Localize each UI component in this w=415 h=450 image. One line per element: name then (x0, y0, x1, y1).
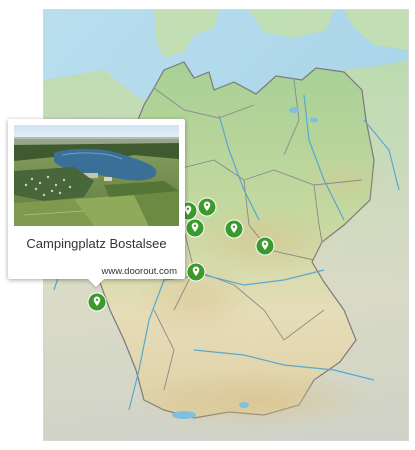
location-pin-icon (186, 262, 206, 282)
popup-source-link[interactable]: www.doorout.com (101, 266, 177, 277)
location-pin-icon (185, 218, 205, 238)
location-popup[interactable]: Campingplatz Bostalsee www.doorout.com (8, 119, 185, 279)
marker-bostalsee[interactable] (87, 292, 107, 312)
marker-3[interactable] (224, 219, 244, 239)
marker-2[interactable] (185, 218, 205, 238)
popup-title[interactable]: Campingplatz Bostalsee (8, 236, 185, 251)
marker-4[interactable] (255, 236, 275, 256)
marker-1[interactable] (197, 197, 217, 217)
location-pin-icon (87, 292, 107, 312)
marker-5[interactable] (186, 262, 206, 282)
popup-photo[interactable] (14, 125, 179, 226)
location-pin-icon (255, 236, 275, 256)
location-pin-icon (197, 197, 217, 217)
location-pin-icon (224, 219, 244, 239)
